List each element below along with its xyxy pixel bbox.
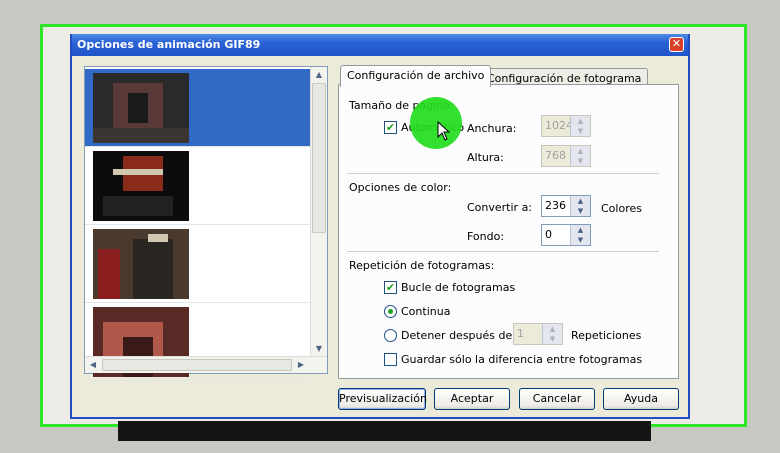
thumbnail-image-3 (93, 229, 189, 299)
frame-thumbnail-list[interactable]: ▲ ▼ ◀ ▶ (84, 66, 328, 381)
continuous-radio[interactable] (384, 305, 397, 318)
height-value: 768 (545, 149, 566, 162)
repetitions-label: Repeticiones (571, 329, 642, 342)
repetitions-spinner[interactable]: 1 ▲ ▼ (513, 323, 563, 345)
stop-after-radio[interactable] (384, 329, 397, 342)
width-label: Anchura: (467, 122, 517, 135)
convert-to-label: Convertir a: (467, 201, 533, 214)
stop-after-label: Detener después de (401, 329, 513, 342)
gif-animation-options-dialog: Opciones de animación GIF89 ✕ ▲ ▼ ◀ ▶ Co… (70, 34, 690, 419)
repetitions-value: 1 (517, 327, 524, 340)
cursor-highlight (410, 97, 462, 149)
scroll-up-icon[interactable]: ▲ (311, 67, 327, 83)
convert-spin-arrows-icon[interactable]: ▲ ▼ (570, 196, 590, 216)
thumbnail-item-1[interactable] (85, 69, 311, 147)
repetitions-spin-arrows-icon[interactable]: ▲ ▼ (542, 324, 562, 344)
convert-colors-value: 236 (545, 199, 566, 212)
save-difference-checkbox[interactable] (384, 353, 397, 366)
background-spinner[interactable]: 0 ▲ ▼ (541, 224, 591, 246)
convert-colors-spinner[interactable]: 236 ▲ ▼ (541, 195, 591, 217)
save-difference-label: Guardar sólo la diferencia entre fotogra… (401, 353, 643, 366)
vertical-scroll-thumb[interactable] (312, 83, 326, 233)
accept-button[interactable]: Aceptar (434, 388, 510, 410)
thumbnail-horizontal-scrollbar[interactable]: ◀ ▶ (85, 356, 327, 373)
loop-frames-checkbox[interactable]: ✔ (384, 281, 397, 294)
background-label: Fondo: (467, 230, 505, 243)
background-spin-arrows-icon[interactable]: ▲ ▼ (570, 225, 590, 245)
width-value: 1024 (545, 119, 573, 132)
repeat-frames-heading: Repetición de fotogramas: (349, 259, 495, 272)
tab-file-settings[interactable]: Configuración de archivo (340, 65, 492, 87)
dialog-titlebar: Opciones de animación GIF89 ✕ (72, 34, 688, 56)
thumbnail-vertical-scrollbar[interactable]: ▲ ▼ (310, 67, 327, 357)
width-spinner[interactable]: 1024 ▲ ▼ (541, 115, 591, 137)
preview-button[interactable]: Previsualización (338, 388, 427, 410)
thumbnail-image-1 (93, 73, 189, 143)
bottom-bar (118, 421, 651, 441)
auto-checkbox[interactable]: ✔ (384, 121, 397, 134)
thumbnail-image-2 (93, 151, 189, 221)
width-spin-arrows-icon[interactable]: ▲ ▼ (570, 116, 590, 136)
loop-frames-label: Bucle de fotogramas (401, 281, 516, 294)
height-label: Altura: (467, 151, 504, 164)
thumbnail-item-2[interactable] (85, 147, 311, 225)
colors-label: Colores (601, 202, 642, 215)
help-button[interactable]: Ayuda (603, 388, 679, 410)
height-spinner[interactable]: 768 ▲ ▼ (541, 145, 591, 167)
scroll-left-icon[interactable]: ◀ (85, 357, 101, 373)
thumbnail-item-3[interactable] (85, 225, 311, 303)
background-value: 0 (545, 228, 552, 241)
cancel-button[interactable]: Cancelar (519, 388, 595, 410)
scroll-right-icon[interactable]: ▶ (293, 357, 309, 373)
dialog-title: Opciones de animación GIF89 (77, 38, 261, 51)
divider (347, 173, 659, 174)
continuous-label: Continua (401, 305, 451, 318)
scroll-down-icon[interactable]: ▼ (311, 341, 327, 357)
divider (347, 251, 659, 252)
height-spin-arrows-icon[interactable]: ▲ ▼ (570, 146, 590, 166)
file-settings-panel: Tamaño de página: ✔ Automático Anchura: … (338, 84, 679, 379)
close-icon[interactable]: ✕ (669, 37, 684, 52)
horizontal-scroll-thumb[interactable] (102, 359, 292, 371)
mouse-pointer-icon (437, 121, 451, 141)
color-options-heading: Opciones de color: (349, 181, 452, 194)
